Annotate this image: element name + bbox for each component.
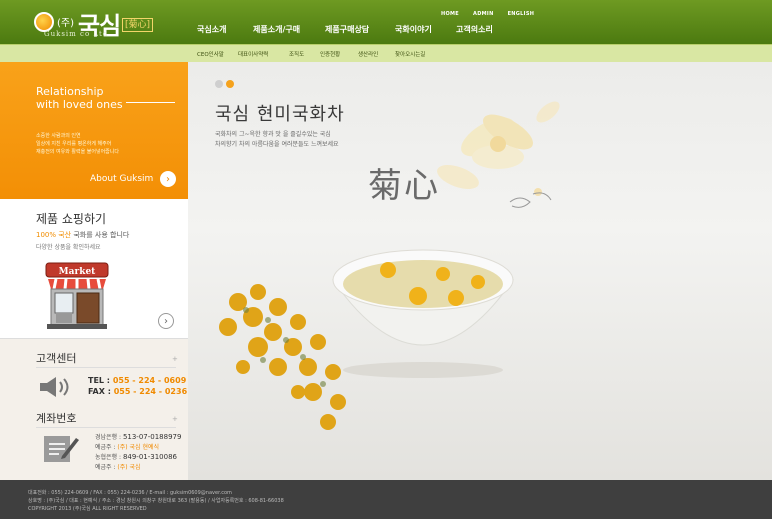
relationship-desc-line3: 재충전의 여유와 활력을 불어넣어줍니다 bbox=[36, 149, 119, 155]
bank2-holder: (주) 국심 bbox=[117, 464, 141, 471]
relationship-desc: 소중한 사람과의 인연 일상에 지친 우리를 평온하게 해주어 재충전의 여유와… bbox=[36, 132, 156, 156]
english-link[interactable]: ENGLISH bbox=[508, 11, 535, 17]
footer-company-info: 상호명 : (주)국심 / 대표 : 현예식 / 주소 : 경남 창원시 의창구… bbox=[28, 498, 284, 504]
bank2-account: 849-01-310086 bbox=[122, 453, 177, 461]
nav-item-story[interactable]: 국화이야기 bbox=[395, 24, 432, 35]
sub-nav: CEO인사말 대표이사약력 조직도 인증현황 생산라인 찾아오시는길 bbox=[0, 44, 772, 62]
divider bbox=[36, 427, 176, 428]
header: (주) 국심 [菊心] Guksim co Ltd HOME ADMIN ENG… bbox=[0, 0, 772, 44]
divider bbox=[36, 367, 176, 368]
shop-desc: 다양한 상품을 확인하세요 bbox=[36, 244, 101, 251]
slide-indicator bbox=[215, 80, 234, 88]
tel-number: 055 - 224 - 0609 bbox=[112, 376, 187, 385]
subnav-item-cert[interactable]: 인증현황 bbox=[320, 50, 340, 58]
plus-icon[interactable]: + bbox=[172, 415, 178, 423]
plus-icon[interactable]: + bbox=[172, 355, 178, 363]
shop-panel: 제품 쇼핑하기 100% 국산 국화를 사용 합니다 다양한 상품을 확인하세요… bbox=[0, 199, 188, 339]
main-visual: 국심 현미국화차 국화차의 그~윽한 향과 맛 을 즐길수있는 국심 차의향기 … bbox=[188, 62, 772, 480]
bank2-name: 농협은행 : bbox=[95, 454, 122, 461]
bank1-holder-label: 예금주 : bbox=[95, 444, 116, 451]
footer: 대표전화 : 055) 224-0609 / FAX : 055) 224-02… bbox=[0, 480, 772, 519]
tel-label: TEL : bbox=[88, 376, 111, 385]
dried-chrysanthemum-image bbox=[219, 284, 346, 430]
bank1-holder: (주) 국심 현예식 bbox=[117, 444, 160, 451]
divider bbox=[126, 102, 175, 103]
admin-link[interactable]: ADMIN bbox=[473, 11, 494, 17]
subnav-item-line[interactable]: 생산라인 bbox=[358, 50, 378, 58]
nav-item-consult[interactable]: 제품구매상담 bbox=[325, 24, 369, 35]
chrysanthemum-flower-decoration bbox=[437, 101, 560, 208]
market-store-icon[interactable]: Market bbox=[44, 261, 110, 331]
bank1-name: 경남은행 : bbox=[95, 434, 122, 441]
home-link[interactable]: HOME bbox=[441, 11, 459, 17]
fax-row: FAX : 055 - 224 - 0236 bbox=[88, 387, 187, 396]
subnav-item-profile[interactable]: 대표이사약력 bbox=[238, 50, 268, 58]
subnav-item-map[interactable]: 찾아오시는길 bbox=[395, 50, 425, 58]
nav-item-products[interactable]: 제품소개/구매 bbox=[253, 24, 300, 35]
bank2-holder-row: 예금주 : (주) 국심 bbox=[95, 462, 141, 471]
relationship-title-line2: with loved ones bbox=[36, 98, 123, 111]
relationship-desc-line1: 소중한 사람과의 인연 bbox=[36, 133, 81, 139]
main-copy: 국화차의 그~윽한 향과 맛 을 즐길수있는 국심 차의향기 차의 아름다움을 … bbox=[215, 130, 339, 150]
slide-dot-2[interactable] bbox=[226, 80, 234, 88]
subnav-item-org[interactable]: 조직도 bbox=[289, 50, 304, 58]
tel-row: TEL : 055 - 224 - 0609 bbox=[88, 376, 186, 385]
subnav-item-ceo[interactable]: CEO인사말 bbox=[197, 50, 224, 58]
shop-subtitle: 100% 국산 국화를 사용 합니다 bbox=[36, 230, 129, 240]
main-nav: 국심소개 제품소개/구매 제품구매상담 국화이야기 고객의소리 bbox=[0, 24, 772, 38]
market-sign-text: Market bbox=[59, 267, 96, 277]
footer-copyright: COPYRIGHT 2013 (주)국심 ALL RIGHT RESERVED bbox=[28, 506, 147, 512]
slide-dot-1[interactable] bbox=[215, 80, 223, 88]
main-copy-line2: 차의향기 차의 아름다움을 여러분들도 느껴보세요 bbox=[215, 141, 339, 148]
shop-subtitle-highlight: 100% 국산 bbox=[36, 231, 72, 239]
about-guksim-link[interactable]: About Guksim bbox=[90, 174, 153, 184]
left-column: Relationship with loved ones 소중한 사람과의 인연… bbox=[0, 62, 188, 480]
fax-label: FAX : bbox=[88, 387, 111, 396]
bank1-holder-row: 예금주 : (주) 국심 현예식 bbox=[95, 442, 159, 451]
main-copy-line1: 국화차의 그~윽한 향과 맛 을 즐길수있는 국심 bbox=[215, 131, 331, 138]
footer-contact: 대표전화 : 055) 224-0609 / FAX : 055) 224-02… bbox=[28, 490, 232, 496]
account-title: 계좌번호 bbox=[36, 412, 77, 425]
shop-subtitle-rest: 국화를 사용 합니다 bbox=[71, 231, 130, 239]
shop-title: 제품 쇼핑하기 bbox=[36, 212, 107, 226]
bank1-row: 경남은행 : 513-07-0188979 bbox=[95, 432, 181, 441]
relationship-title: Relationship with loved ones bbox=[36, 85, 123, 111]
utility-links: HOME ADMIN ENGLISH bbox=[441, 11, 534, 17]
nav-item-about[interactable]: 국심소개 bbox=[197, 24, 226, 35]
bank2-holder-label: 예금주 : bbox=[95, 464, 116, 471]
relationship-desc-line2: 일상에 지친 우리를 평온하게 해주어 bbox=[36, 141, 112, 147]
speaker-icon bbox=[40, 377, 69, 397]
relationship-title-line1: Relationship bbox=[36, 85, 104, 98]
customer-center-title: 고객센터 bbox=[36, 352, 77, 365]
nav-item-voice[interactable]: 고객의소리 bbox=[456, 24, 493, 35]
bank1-account: 513-07-0188979 bbox=[122, 433, 182, 441]
bank2-row: 농협은행 : 849-01-310086 bbox=[95, 452, 177, 461]
customer-panel: 고객센터 + TEL : 055 - 224 - 0609 FAX : 055 … bbox=[0, 339, 188, 480]
relationship-panel: Relationship with loved ones 소중한 사람과의 인연… bbox=[0, 62, 188, 199]
main-headline: 국심 현미국화차 bbox=[215, 104, 345, 125]
shop-arrow-button[interactable]: › bbox=[158, 313, 174, 329]
fax-number: 055 - 224 - 0236 bbox=[113, 387, 188, 396]
memo-pencil-icon bbox=[44, 436, 79, 462]
chevron-right-icon[interactable]: › bbox=[160, 171, 176, 187]
